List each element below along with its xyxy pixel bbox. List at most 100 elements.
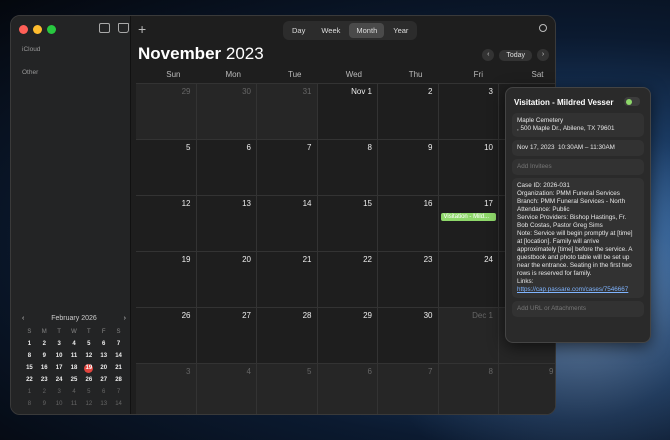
calendar-color-picker[interactable] [624,97,640,106]
day-cell[interactable]: 8 [438,364,499,414]
sidebar-group-other[interactable]: Other [22,69,38,76]
mini-day[interactable]: 15 [22,364,37,373]
today-button[interactable]: Today [499,49,532,61]
mini-prev-icon[interactable]: ‹ [22,315,24,322]
add-invitees-field[interactable]: Add Invitees [512,159,644,175]
day-cell[interactable]: 27 [196,308,257,364]
day-cell[interactable]: 16 [378,196,439,252]
mini-day[interactable]: 9 [37,352,52,361]
mini-day[interactable]: 2 [37,388,52,397]
mini-day[interactable]: 7 [111,388,126,397]
day-cell[interactable]: 29 [136,84,197,140]
day-cell[interactable]: 6 [317,364,378,414]
mini-day[interactable]: 1 [22,388,37,397]
mini-day[interactable]: 1 [22,340,37,349]
event-datetime[interactable]: Nov 17, 2023 10:30AM – 11:30AM [512,140,644,156]
mini-day[interactable]: 8 [22,352,37,361]
day-cell[interactable]: 26 [136,308,197,364]
mini-day[interactable]: 14 [111,400,126,409]
mini-day[interactable]: 4 [67,388,82,397]
mini-day[interactable]: 7 [111,340,126,349]
calendar-list-icon[interactable] [99,23,110,33]
day-cell[interactable]: Nov 1 [317,84,378,140]
mini-day[interactable]: 22 [22,376,37,385]
view-tab-month[interactable]: Month [349,23,385,38]
day-cell[interactable]: 5 [136,140,197,196]
mini-day[interactable]: 11 [67,400,82,409]
case-link[interactable]: https://cap.passare.com/cases/7546667 [517,286,628,293]
event-chip[interactable]: Visitation - Mild... [440,213,496,221]
day-cell[interactable]: Dec 1 [438,308,499,364]
day-cell[interactable]: 21 [257,252,318,308]
mini-day[interactable]: 25 [67,376,82,385]
minimize-button[interactable] [33,25,42,34]
day-cell[interactable]: 19 [136,252,197,308]
mini-day[interactable]: 3 [52,388,67,397]
day-cell[interactable]: 30 [196,84,257,140]
mini-day[interactable]: 28 [111,376,126,385]
mini-day[interactable]: 20 [96,364,111,373]
day-cell[interactable]: 15 [317,196,378,252]
mini-day[interactable]: 23 [37,376,52,385]
mini-next-icon[interactable]: › [124,315,126,322]
mini-day[interactable]: 4 [67,340,82,349]
mini-day[interactable]: 18 [67,364,82,373]
day-cell[interactable]: 8 [317,140,378,196]
mini-day[interactable]: 5 [81,340,96,349]
day-cell[interactable]: 30 [378,308,439,364]
day-cell[interactable]: 31 [257,84,318,140]
view-tab-week[interactable]: Week [314,23,347,38]
mini-day[interactable]: 13 [96,352,111,361]
mini-day[interactable]: 26 [81,376,96,385]
day-cell[interactable]: 20 [196,252,257,308]
mini-day[interactable]: 21 [111,364,126,373]
add-attachments-field[interactable]: Add URL or Attachments [512,301,644,317]
mini-day[interactable]: 11 [67,352,82,361]
day-cell[interactable]: 13 [196,196,257,252]
mini-day[interactable]: 8 [22,400,37,409]
mini-day[interactable]: 12 [81,400,96,409]
mini-day[interactable]: 6 [96,340,111,349]
search-icon[interactable] [539,24,547,32]
mini-day[interactable]: 10 [52,400,67,409]
mini-day[interactable]: 6 [96,388,111,397]
mini-day[interactable]: 13 [96,400,111,409]
day-cell[interactable]: 10 [438,140,499,196]
view-tab-year[interactable]: Year [386,23,415,38]
day-cell[interactable]: 6 [196,140,257,196]
add-event-button[interactable]: + [138,21,146,37]
sidebar-group-icloud[interactable]: iCloud [22,46,40,53]
day-cell[interactable]: 5 [257,364,318,414]
event-location[interactable]: Maple Cemetery , 500 Maple Dr., Abilene,… [512,113,644,137]
day-cell[interactable]: 14 [257,196,318,252]
mini-day[interactable]: 16 [37,364,52,373]
zoom-button[interactable] [47,25,56,34]
day-cell[interactable]: 17 Visitation - Mild... [438,196,499,252]
mini-day[interactable]: 9 [37,400,52,409]
day-cell[interactable]: 3 [438,84,499,140]
day-cell[interactable]: 3 [136,364,197,414]
mini-day[interactable]: 27 [96,376,111,385]
mini-day[interactable]: 10 [52,352,67,361]
day-cell[interactable]: 23 [378,252,439,308]
day-cell[interactable]: 28 [257,308,318,364]
mini-day[interactable]: 5 [81,388,96,397]
day-cell[interactable]: 2 [378,84,439,140]
inbox-icon[interactable] [118,23,129,33]
view-tab-day[interactable]: Day [285,23,312,38]
day-cell[interactable]: 22 [317,252,378,308]
day-cell[interactable]: 7 [378,364,439,414]
day-cell[interactable]: 9 [378,140,439,196]
next-month-button[interactable]: › [537,49,549,61]
day-cell[interactable]: 29 [317,308,378,364]
mini-day[interactable]: 24 [52,376,67,385]
mini-day[interactable]: 14 [111,352,126,361]
event-title[interactable]: Visitation - Mildred Vesser [514,98,642,107]
day-cell[interactable]: 7 [257,140,318,196]
day-cell[interactable]: 24 [438,252,499,308]
mini-day[interactable]: 17 [52,364,67,373]
mini-day[interactable]: 2 [37,340,52,349]
mini-day[interactable]: 12 [81,352,96,361]
prev-month-button[interactable]: ‹ [482,49,495,61]
mini-day[interactable]: 3 [52,340,67,349]
